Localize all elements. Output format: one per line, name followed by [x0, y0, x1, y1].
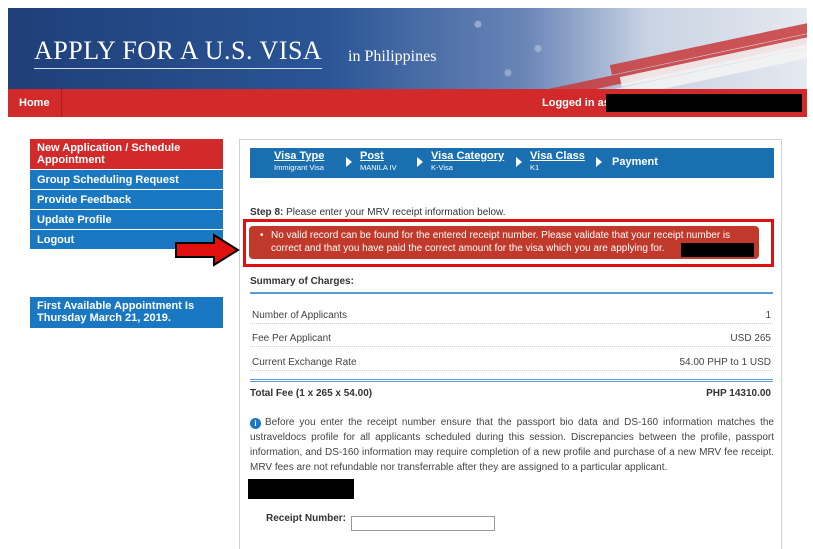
total-fee-value: PHP 14310.00	[706, 388, 771, 399]
info-icon: i	[250, 418, 261, 429]
step-visa-class[interactable]: Visa Class K1	[530, 150, 585, 172]
info-text: Before you enter the receipt number ensu…	[250, 417, 774, 473]
receipt-number-label: Receipt Number:	[266, 513, 347, 524]
sidebar-item-group-scheduling[interactable]: Group Scheduling Request	[30, 170, 223, 190]
step-label: Visa Category	[431, 150, 505, 162]
charge-row: Fee Per Applicant USD 265	[250, 333, 773, 347]
redacted-username	[606, 94, 802, 112]
logged-in-label: Logged in as	[542, 97, 610, 109]
step-number: Step 8:	[250, 207, 284, 218]
summary-title: Summary of Charges:	[250, 276, 354, 287]
charge-value: USD 265	[730, 333, 771, 344]
receipt-info-notice: i Before you enter the receipt number ens…	[250, 415, 774, 475]
divider	[250, 292, 773, 294]
step-label: Post	[360, 150, 384, 162]
error-text: No valid record can be found for the ent…	[271, 230, 731, 254]
redacted-block	[248, 479, 354, 499]
flag-stars-decoration	[448, 8, 598, 89]
charge-row: Current Exchange Rate 54.00 PHP to 1 USD	[250, 357, 773, 371]
charge-label: Current Exchange Rate	[252, 357, 357, 368]
charge-label: Number of Applicants	[252, 310, 348, 321]
step-value: K-Visa	[431, 163, 453, 172]
step-post[interactable]: Post MANILA IV	[360, 150, 397, 172]
step-instruction: Step 8: Please enter your MRV receipt in…	[250, 207, 506, 218]
step-label: Visa Class	[530, 150, 585, 162]
step-visa-type[interactable]: Visa Type Immigrant Visa	[274, 150, 324, 172]
step-visa-category[interactable]: Visa Category K-Visa	[431, 150, 504, 172]
sidebar-item-new-application[interactable]: New Application / Schedule Appointment	[30, 139, 223, 170]
sidebar-item-provide-feedback[interactable]: Provide Feedback	[30, 190, 223, 210]
step-payment: Payment	[612, 156, 658, 168]
step-value: K1	[530, 163, 540, 172]
step-label: Visa Type	[274, 150, 325, 162]
charge-value: 54.00 PHP to 1 USD	[679, 357, 771, 368]
total-fee-label: Total Fee (1 x 265 x 54.00)	[250, 388, 373, 399]
header-banner: APPLY FOR A U.S. VISA in Philippines	[8, 8, 807, 89]
banner-country: in Philippines	[348, 48, 437, 65]
top-navbar: Home Logged in as	[8, 89, 807, 117]
charge-value: 1	[765, 310, 771, 321]
annotation-arrow-icon	[175, 233, 240, 267]
first-available-appointment-notice: First Available Appointment Is Thursday …	[30, 297, 223, 328]
chevron-right-icon	[346, 157, 352, 167]
chevron-right-icon	[516, 157, 522, 167]
step-text: Please enter your MRV receipt informatio…	[286, 207, 506, 218]
chevron-right-icon	[417, 157, 423, 167]
main-panel: Visa Type Immigrant Visa Post MANILA IV …	[239, 139, 782, 549]
charge-label: Fee Per Applicant	[252, 333, 331, 344]
receipt-number-input[interactable]	[351, 516, 495, 531]
sidebar-item-update-profile[interactable]: Update Profile	[30, 210, 223, 230]
progress-steps: Visa Type Immigrant Visa Post MANILA IV …	[250, 148, 774, 178]
step-value: Immigrant Visa	[274, 163, 324, 172]
chevron-right-icon	[596, 157, 602, 167]
step-value: MANILA IV	[360, 163, 397, 172]
nav-home-link[interactable]: Home	[8, 89, 62, 117]
charge-row: Number of Applicants 1	[250, 310, 773, 324]
divider	[250, 379, 773, 382]
redacted-error-tail	[681, 243, 754, 257]
banner-title: APPLY FOR A U.S. VISA	[34, 36, 323, 69]
total-fee-row: Total Fee (1 x 265 x 54.00) PHP 14310.00	[250, 388, 773, 399]
